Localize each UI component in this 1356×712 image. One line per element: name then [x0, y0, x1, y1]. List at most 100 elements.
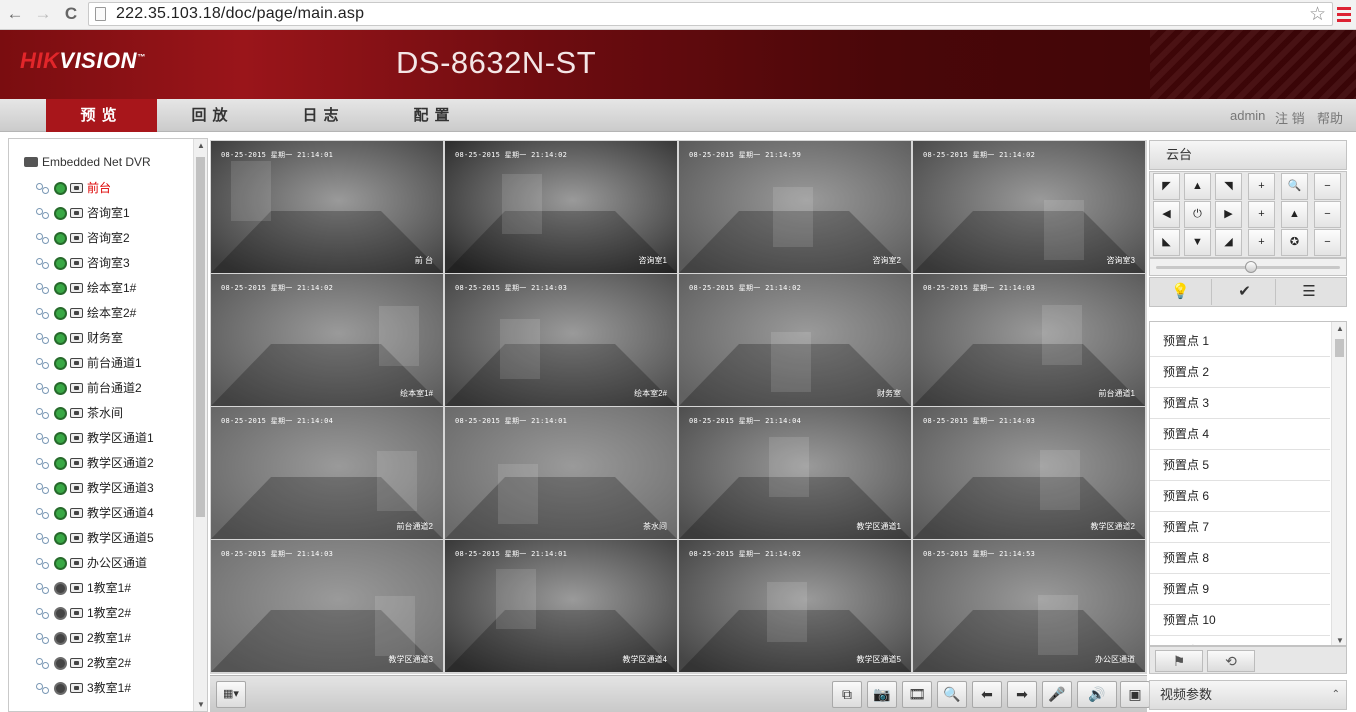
preset-item[interactable]: 预置点 6: [1150, 481, 1330, 512]
camera-icon[interactable]: [54, 607, 67, 620]
scroll-thumb[interactable]: [1335, 339, 1344, 357]
channel-item[interactable]: 2教室2#: [36, 652, 131, 674]
camera-icon[interactable]: [54, 332, 67, 345]
camera-icon[interactable]: [54, 357, 67, 370]
channel-item[interactable]: 教学区通道1: [36, 427, 154, 449]
channel-item[interactable]: 教学区通道5: [36, 527, 154, 549]
channel-item[interactable]: 3教室1#: [36, 677, 131, 699]
bookmark-star-icon[interactable]: ☆: [1309, 3, 1326, 26]
channel-item[interactable]: 教学区通道2: [36, 452, 154, 474]
camera-icon[interactable]: [54, 582, 67, 595]
layout-select-button[interactable]: ▦▾: [216, 681, 246, 708]
channel-item[interactable]: 绘本室1#: [36, 277, 136, 299]
camera-icon[interactable]: [54, 682, 67, 695]
camera-icon[interactable]: [54, 382, 67, 395]
url-text[interactable]: 222.35.103.18/doc/page/main.asp: [116, 5, 364, 23]
preset-item[interactable]: 预置点 2: [1150, 357, 1330, 388]
preset-item[interactable]: 预置点 3: [1150, 388, 1330, 419]
scroll-up-icon[interactable]: ▲: [197, 141, 205, 150]
camera-icon[interactable]: [54, 557, 67, 570]
scroll-down-icon[interactable]: ▼: [1336, 636, 1344, 645]
video-channel-cell[interactable]: 08-25-2015 星期一 21:14:02 绘本室1#: [211, 274, 443, 406]
forward-icon[interactable]: →: [32, 3, 54, 25]
tab-preview[interactable]: 预览: [46, 99, 157, 132]
video-channel-cell[interactable]: 08-25-2015 星期一 21:14:03 教学区通道3: [211, 540, 443, 672]
channel-item[interactable]: 1教室1#: [36, 577, 131, 599]
zoom-button[interactable]: 🔍: [937, 681, 967, 708]
camera-icon[interactable]: [54, 432, 67, 445]
prev-page-button[interactable]: ⬅: [972, 681, 1002, 708]
preset-tab-flag-icon[interactable]: ⚑: [1155, 650, 1203, 672]
talk-button[interactable]: 🎤: [1042, 681, 1072, 708]
video-channel-cell[interactable]: 08-25-2015 星期一 21:14:03 绘本室2#: [445, 274, 677, 406]
channel-item[interactable]: 教学区通道3: [36, 477, 154, 499]
preset-item[interactable]: 预置点 10: [1150, 605, 1330, 636]
scroll-down-icon[interactable]: ▼: [197, 700, 205, 709]
channel-item[interactable]: 茶水间: [36, 402, 123, 424]
dvr-root[interactable]: Embedded Net DVR: [24, 155, 151, 169]
capture-button[interactable]: 📷: [867, 681, 897, 708]
scroll-thumb[interactable]: [196, 157, 205, 517]
menu-icon[interactable]: ☰: [1278, 279, 1340, 305]
iris-open-button[interactable]: +: [1248, 229, 1275, 256]
video-channel-cell[interactable]: 08-25-2015 星期一 21:14:04 前台通道2: [211, 407, 443, 539]
chevron-up-icon[interactable]: ⌃: [1332, 681, 1340, 709]
video-channel-cell[interactable]: 08-25-2015 星期一 21:14:01 前 台: [211, 141, 443, 273]
video-channel-cell[interactable]: 08-25-2015 星期一 21:14:02 教学区通道5: [679, 540, 911, 672]
camera-icon[interactable]: [54, 182, 67, 195]
video-channel-cell[interactable]: 08-25-2015 星期一 21:14:02 咨询室1: [445, 141, 677, 273]
channel-item[interactable]: 咨询室1: [36, 202, 130, 224]
ptz-down-button[interactable]: ▼: [1184, 229, 1211, 256]
channel-item[interactable]: 咨询室3: [36, 252, 130, 274]
browser-menu-icon[interactable]: [1337, 4, 1351, 24]
preset-item[interactable]: 预置点 7: [1150, 512, 1330, 543]
focus-near-button[interactable]: +: [1248, 201, 1275, 228]
channel-item[interactable]: 2教室1#: [36, 627, 131, 649]
help-link[interactable]: 帮助: [1317, 108, 1343, 127]
next-page-button[interactable]: ➡: [1007, 681, 1037, 708]
tab-playback[interactable]: 回放: [157, 99, 268, 132]
ptz-auto-button[interactable]: ⏻: [1184, 201, 1211, 228]
zoom-out-button[interactable]: −: [1314, 173, 1341, 200]
preset-item[interactable]: 预置点 1: [1150, 326, 1330, 357]
video-channel-cell[interactable]: 08-25-2015 星期一 21:14:03 前台通道1: [913, 274, 1145, 406]
ptz-up-left-button[interactable]: ◤: [1153, 173, 1180, 200]
preset-scrollbar[interactable]: ▲ ▼: [1331, 322, 1346, 645]
camera-icon[interactable]: [54, 657, 67, 670]
video-channel-cell[interactable]: 08-25-2015 星期一 21:14:59 咨询室2: [679, 141, 911, 273]
camera-icon[interactable]: [54, 307, 67, 320]
camera-icon[interactable]: [54, 232, 67, 245]
iris-close-button[interactable]: −: [1314, 229, 1341, 256]
logout-link[interactable]: 注 销: [1275, 108, 1305, 127]
stop-all-button[interactable]: ⧉: [832, 681, 862, 708]
camera-icon[interactable]: [54, 482, 67, 495]
fullscreen-button[interactable]: ▣: [1120, 681, 1150, 708]
ptz-up-button[interactable]: ▲: [1184, 173, 1211, 200]
channel-item[interactable]: 咨询室2: [36, 227, 130, 249]
tree-scrollbar[interactable]: ▲ ▼: [193, 139, 207, 711]
camera-icon[interactable]: [54, 282, 67, 295]
camera-icon[interactable]: [54, 507, 67, 520]
preset-item[interactable]: 预置点 9: [1150, 574, 1330, 605]
video-channel-cell[interactable]: 08-25-2015 星期一 21:14:01 茶水间: [445, 407, 677, 539]
video-channel-cell[interactable]: 08-25-2015 星期一 21:14:04 教学区通道1: [679, 407, 911, 539]
video-channel-cell[interactable]: 08-25-2015 星期一 21:14:02 财务室: [679, 274, 911, 406]
video-channel-cell[interactable]: 08-25-2015 星期一 21:14:53 办公区通道: [913, 540, 1145, 672]
ptz-speed-slider[interactable]: [1149, 258, 1347, 276]
reload-icon[interactable]: C: [60, 3, 82, 25]
camera-icon[interactable]: [54, 257, 67, 270]
preset-item[interactable]: 预置点 8: [1150, 543, 1330, 574]
ptz-up-right-button[interactable]: ◥: [1215, 173, 1242, 200]
channel-item[interactable]: 财务室: [36, 327, 123, 349]
channel-item[interactable]: 前台通道1: [36, 352, 142, 374]
tab-config[interactable]: 配置: [379, 99, 490, 132]
camera-icon[interactable]: [54, 207, 67, 220]
record-button[interactable]: 🎞: [902, 681, 932, 708]
ptz-down-right-button[interactable]: ◢: [1215, 229, 1242, 256]
slider-knob[interactable]: [1245, 261, 1258, 273]
channel-item[interactable]: 绘本室2#: [36, 302, 136, 324]
zoom-in-button[interactable]: +: [1248, 173, 1275, 200]
ptz-down-left-button[interactable]: ◣: [1153, 229, 1180, 256]
back-icon[interactable]: ←: [4, 3, 26, 25]
channel-item[interactable]: 前台: [36, 177, 111, 199]
